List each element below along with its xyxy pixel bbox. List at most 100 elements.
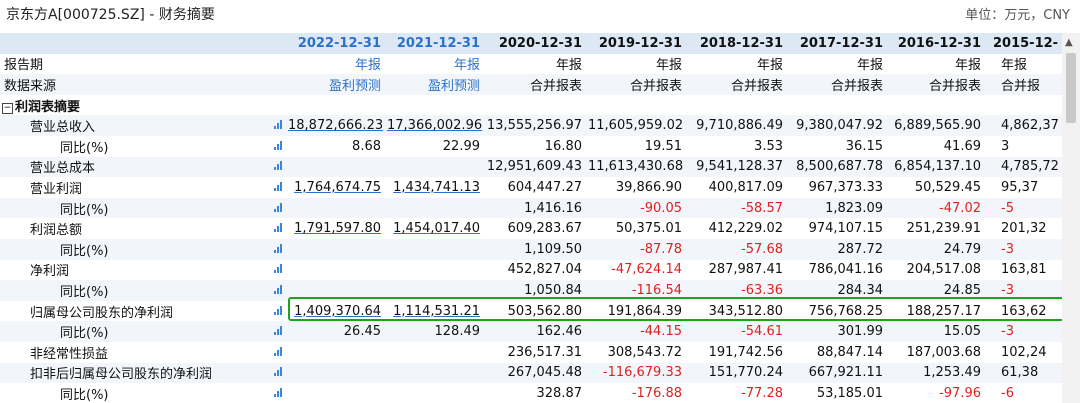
row-label-text: 扣非后归属母公司股东的净利润 (30, 367, 213, 383)
column-header[interactable]: 2018-12-31 (688, 33, 789, 54)
cell-value: 19.51 (644, 138, 682, 154)
table-row: 报告期 年报 年报 年报 年报 年报 年报 年报 年报 (0, 54, 1062, 75)
cell-value: 24.79 (943, 241, 981, 257)
financial-summary-grid[interactable]: 2022-12-31 2021-12-31 2020-12-31 2019-12… (0, 33, 1062, 403)
cell-value: 8.68 (352, 138, 381, 154)
table-cell[interactable]: 18,872,666.23 (288, 115, 387, 136)
row-label-text: 归属母公司股东的净利润 (30, 305, 174, 321)
bar-chart-icon[interactable] (273, 367, 285, 377)
cell-value: 3 (1001, 138, 1010, 154)
column-header[interactable]: 2017-12-31 (789, 33, 889, 54)
table-cell: 11,613,430.68 (588, 156, 688, 178)
bar-chart-icon[interactable] (273, 202, 285, 212)
table-cell (588, 95, 688, 116)
table-cell: -77.28 (688, 383, 789, 403)
bar-chart-icon[interactable] (273, 284, 285, 294)
table-cell: 95,37 (987, 177, 1062, 198)
icon-cell (270, 280, 288, 301)
row-label: 营业总成本 (0, 156, 270, 178)
cell-value: 188,257.17 (906, 303, 981, 319)
table-cell: 251,239.91 (889, 218, 987, 239)
cell-value: 191,864.39 (607, 303, 682, 319)
column-header[interactable]: 2019-12-31 (588, 33, 688, 54)
table-cell[interactable]: 1,454,017.40 (387, 218, 486, 239)
row-label-text: 营业总收入 (30, 120, 96, 136)
table-cell: 604,447.27 (486, 177, 588, 198)
column-header[interactable]: 2022-12-31 (288, 33, 387, 54)
scroll-up-icon[interactable]: ▲ (1065, 37, 1073, 48)
cell-value: 36.15 (845, 138, 883, 154)
table-cell (387, 197, 486, 219)
row-label-text: 净利润 (30, 264, 70, 280)
column-header[interactable]: 2016-12-31 (889, 33, 987, 54)
icon-cell (270, 95, 288, 116)
table-cell (288, 197, 387, 219)
column-header[interactable]: 2015-12- (987, 33, 1062, 54)
row-label-text: 利润表摘要 (15, 99, 81, 115)
bar-chart-icon[interactable] (273, 120, 285, 130)
bar-chart-icon[interactable] (273, 140, 285, 150)
header-corner-icon-col (270, 33, 288, 54)
cell-value: 11,605,959.02 (588, 118, 684, 134)
table-cell: 308,543.72 (588, 342, 688, 363)
table-cell[interactable]: 17,366,002.96 (387, 115, 486, 136)
table-cell: -116.54 (588, 280, 688, 301)
cell-value: -97.96 (939, 385, 981, 401)
cell-value: -87.78 (640, 241, 682, 257)
table-cell (387, 383, 486, 403)
table-cell: 年报 (387, 54, 486, 75)
row-label: 同比(%) (0, 321, 270, 342)
table-cell (288, 238, 387, 260)
bar-chart-icon[interactable] (273, 243, 285, 253)
table-cell[interactable]: 1,114,531.21 (387, 301, 486, 322)
cell-value: 786,041.16 (808, 262, 883, 278)
bar-chart-icon[interactable] (273, 346, 285, 356)
bar-chart-icon[interactable] (273, 161, 285, 171)
cell-value: 1,253.49 (923, 365, 981, 381)
cell-value: 合并报表 (730, 78, 783, 94)
bar-chart-icon[interactable] (273, 223, 285, 233)
icon-cell (270, 301, 288, 322)
row-label-text: 报告期 (4, 58, 44, 74)
row-label: 同比(%) (0, 197, 270, 219)
table-cell[interactable]: 1,764,674.75 (288, 177, 387, 198)
vertical-scrollbar[interactable]: ▲ (1062, 33, 1080, 403)
bar-chart-icon[interactable] (273, 264, 285, 274)
column-header[interactable]: 2020-12-31 (486, 33, 588, 54)
scroll-thumb[interactable] (1066, 53, 1076, 123)
cell-value: 39,866.90 (615, 179, 682, 195)
table-cell: 201,32 (987, 218, 1062, 239)
table-cell: 合并报表 (789, 74, 889, 95)
table-cell: -63.36 (688, 280, 789, 301)
table-cell (889, 95, 987, 116)
table-cell[interactable]: 1,791,597.80 (288, 218, 387, 239)
cell-value: 187,003.68 (906, 344, 981, 360)
cell-value: 328.87 (536, 385, 583, 401)
table-cell: 19.51 (588, 136, 688, 157)
table-cell (288, 342, 387, 363)
table-cell: 400,817.09 (688, 177, 789, 198)
table-cell[interactable]: 1,409,370.64 (288, 301, 387, 322)
table-cell (789, 95, 889, 116)
table-cell: 合并报表 (688, 74, 789, 95)
section-label[interactable]: − 利润表摘要 (0, 95, 270, 116)
cell-value: 102,24 (1001, 344, 1047, 360)
table-cell: 合并报表 (588, 74, 688, 95)
table-cell: -87.78 (588, 238, 688, 260)
table-cell: 151,770.24 (688, 362, 789, 384)
cell-value: 合并报 (1001, 78, 1041, 94)
icon-cell (270, 136, 288, 157)
cell-value: 1,050.84 (524, 282, 582, 298)
table-cell[interactable]: 1,434,741.13 (387, 177, 486, 198)
cell-value: -47,624.14 (611, 262, 682, 278)
bar-chart-icon[interactable] (273, 305, 285, 315)
row-label: 数据来源 (0, 74, 270, 95)
table-cell: 6,889,565.90 (889, 115, 987, 136)
collapse-icon[interactable]: − (2, 102, 13, 114)
column-header[interactable]: 2021-12-31 (387, 33, 486, 54)
bar-chart-icon[interactable] (273, 181, 285, 191)
bar-chart-icon[interactable] (273, 387, 285, 397)
table-cell: 合并报 (987, 74, 1062, 95)
bar-chart-icon[interactable] (273, 326, 285, 336)
table-row: 净利润 452,827.04 -47,624.14 287,987.41 786,041… (0, 260, 1062, 281)
